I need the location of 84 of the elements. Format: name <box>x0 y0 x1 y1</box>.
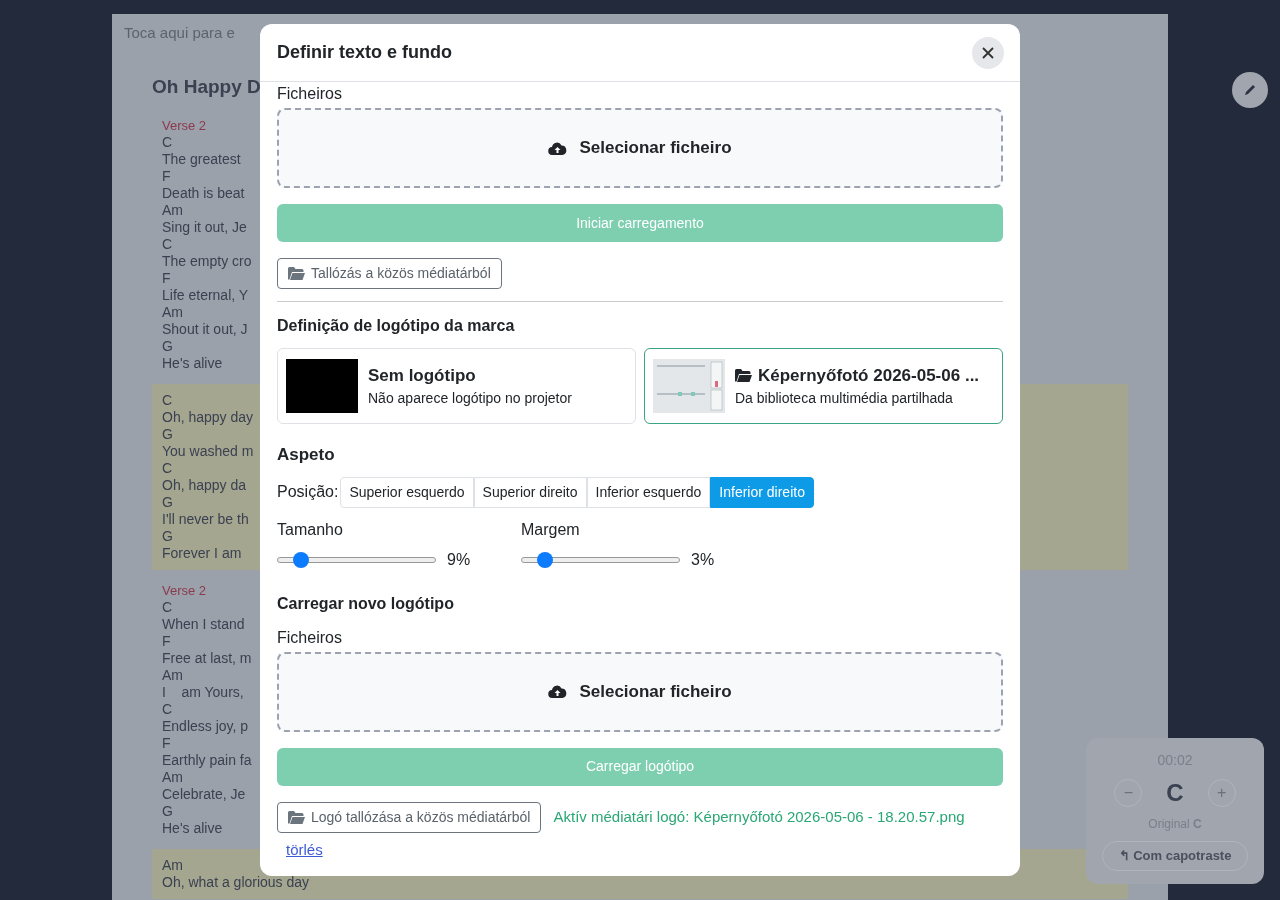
logo-option-card[interactable]: Képernyőfotó 2026-05-06 ... Da biblioteca multimédia partilhada <box>644 348 1003 424</box>
option-subtitle: Da biblioteca multimédia partilhada <box>735 389 954 409</box>
field-label: Posição: <box>277 482 339 502</box>
lyric-line: Endless joy, p <box>162 718 249 735</box>
position-button[interactable]: Superior direito <box>473 476 587 508</box>
field-label: Ficheiros <box>277 627 343 648</box>
lyric-line: Oh, happy da <box>162 477 247 494</box>
chord-text: G <box>162 803 173 820</box>
chord-text: C <box>162 460 173 477</box>
section-heading: Definição de logótipo da marca <box>277 316 516 336</box>
chord-text: F <box>162 168 171 185</box>
lyric-line: Earthly pain fa <box>162 752 252 769</box>
cloud-upload-icon <box>548 684 568 699</box>
field-label: Ficheiros <box>277 84 343 104</box>
chord-text: C <box>162 392 173 409</box>
folder-icon <box>288 810 305 824</box>
section-label: Verse 2 <box>162 582 207 599</box>
lyric-line: He's alive <box>162 355 223 372</box>
cloud-upload-icon <box>548 140 568 156</box>
lyric-line: The empty cro <box>162 253 252 270</box>
chord-text: Am <box>162 857 183 874</box>
chord-text: Am <box>162 202 183 219</box>
browse-library-button[interactable]: Tallózás a közös médiatárból <box>277 258 502 289</box>
lyric-line: Oh, happy day <box>162 409 254 426</box>
field-label: Margem <box>521 519 581 540</box>
close-button[interactable] <box>972 36 1004 69</box>
slider-thumb[interactable] <box>536 551 553 568</box>
slider[interactable] <box>277 551 436 568</box>
chord-text: F <box>162 735 171 752</box>
position-button[interactable]: Inferior esquerdo <box>586 476 711 508</box>
section-heading: Carregar novo logótipo <box>277 593 455 614</box>
lyric-line: Celebrate, Je <box>162 786 246 803</box>
song-title: Oh Happy D <box>152 74 261 99</box>
lyric-line: Oh, what a glorious day <box>162 874 310 891</box>
lyric-line: Free at last, m <box>162 650 252 667</box>
active-logo-text: Aktív médiatári logó: Képernyőfotó 2026-05-06 - 18.20.57.png <box>553 806 965 827</box>
position-button[interactable]: Superior esquerdo <box>340 476 474 508</box>
lyric-line: Death is beat <box>162 185 245 202</box>
chord-text: F <box>162 270 171 287</box>
chord-text: F <box>162 633 171 650</box>
chord-text: G <box>162 494 173 511</box>
dialog-title: Definir texto e fundo <box>277 41 452 64</box>
lyric-line: Sing it out, Je <box>162 219 247 236</box>
option-subtitle: Não aparece logótipo no projetor <box>368 389 572 409</box>
section-label: Verse 2 <box>162 117 207 134</box>
slider-thumb[interactable] <box>292 551 309 568</box>
logo-option-card[interactable]: Sem logótipo Não aparece logótipo no projetor <box>277 348 636 424</box>
lyric-line: Life eternal, Y <box>162 287 249 304</box>
edit-button[interactable] <box>1232 72 1268 108</box>
section-heading: Aspeto <box>277 444 336 466</box>
lyric-line: I'll never be th <box>162 511 249 528</box>
lyric-line: He's alive <box>162 820 223 837</box>
chord-text: Am <box>162 667 183 684</box>
delete-link[interactable]: törlés <box>286 838 323 861</box>
lyric-line: The greatest <box>162 151 241 168</box>
pencil-icon <box>1242 82 1258 98</box>
logo-thumbnail <box>286 359 358 413</box>
lyric-line: Forever I am <box>162 545 242 562</box>
folder-icon <box>735 369 752 382</box>
file-dropzone[interactable]: Selecionar ficheiro <box>277 108 1003 188</box>
folder-icon <box>288 267 305 280</box>
lyric-line: Shout it out, J <box>162 321 248 338</box>
option-title: Képernyőfotó 2026-05-06 ... <box>758 364 980 387</box>
slider[interactable] <box>521 551 680 568</box>
chord-text: G <box>162 338 173 355</box>
slider-value: 3% <box>691 549 715 570</box>
key-text: C <box>1166 778 1184 808</box>
slider-value: 9% <box>447 549 471 570</box>
chord-text: C <box>162 701 173 718</box>
lyric-line: When I stand <box>162 616 245 633</box>
chord-text: C <box>162 599 173 616</box>
option-title: Sem logótipo <box>368 364 476 387</box>
chord-text: Am <box>162 769 183 786</box>
field-label: Tamanho <box>277 519 344 540</box>
lyric-line: You washed m <box>162 443 254 460</box>
lyric-line: I am Yours, <box>162 684 244 701</box>
chord-text: G <box>162 528 173 545</box>
chord-text: Am <box>162 304 183 321</box>
file-dropzone[interactable]: Selecionar ficheiro <box>277 651 1003 732</box>
chord-text: C <box>162 134 173 151</box>
browse-library-button[interactable]: Logó tallózása a közös médiatárból <box>277 801 542 833</box>
close-icon <box>982 46 994 59</box>
chord-text: G <box>162 426 173 443</box>
chord-text: C <box>162 236 173 253</box>
